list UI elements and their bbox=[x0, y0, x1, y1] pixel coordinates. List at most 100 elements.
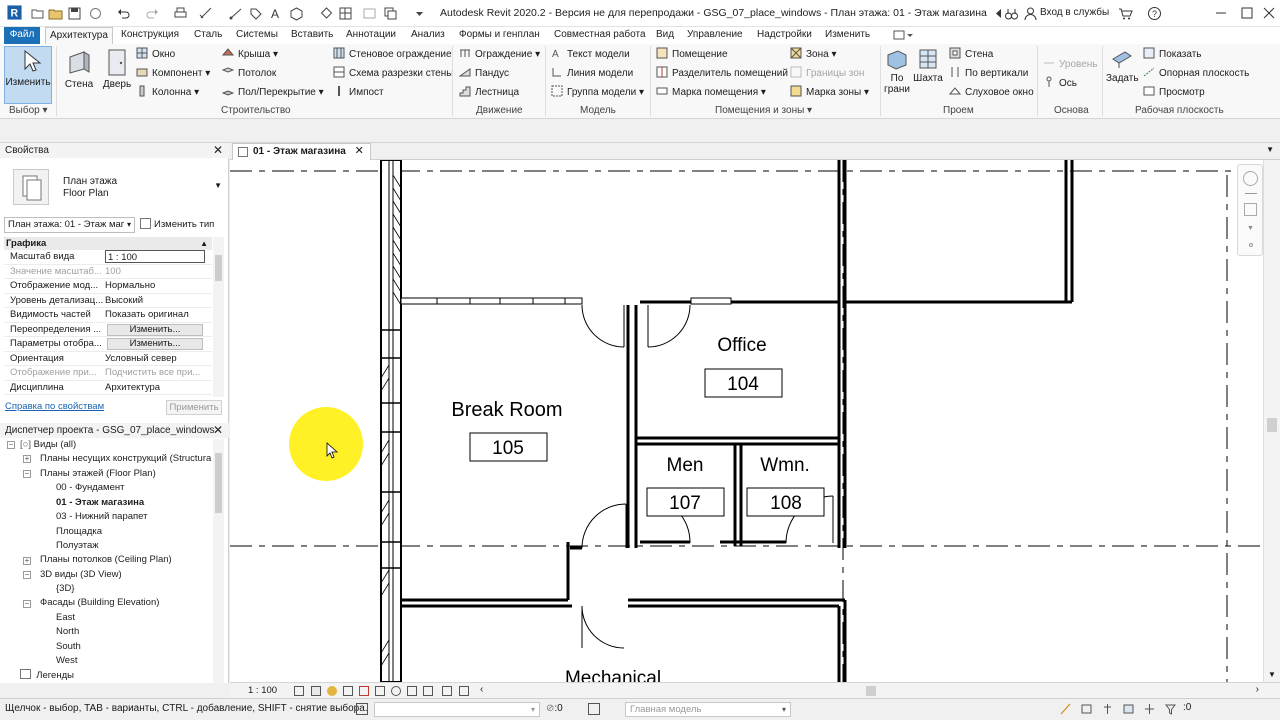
scroll-down-icon[interactable]: ▼ bbox=[1268, 670, 1276, 679]
select-links-icon[interactable] bbox=[1060, 703, 1071, 715]
room-number-105[interactable]: 105 bbox=[492, 438, 524, 459]
type-selector[interactable]: План этажа Floor Plan ▼ bbox=[5, 159, 224, 213]
floor-plan-drawing[interactable]: Break Room 105 Office 104 Men 107 Wmn. 1… bbox=[230, 160, 1263, 682]
scroll-thumb[interactable] bbox=[215, 453, 222, 513]
reference-plane-command[interactable]: Опорная плоскость bbox=[1143, 66, 1249, 82]
tab-modify[interactable]: Изменить bbox=[821, 27, 874, 44]
group-select-label[interactable]: Выбор ▾ bbox=[9, 105, 48, 116]
hscroll-thumb[interactable] bbox=[866, 686, 876, 696]
steering-wheel-icon[interactable] bbox=[1243, 171, 1258, 186]
room-name-men[interactable]: Men bbox=[667, 455, 704, 476]
detail-level-icon[interactable] bbox=[294, 686, 304, 696]
tab-addins[interactable]: Надстройки bbox=[753, 27, 816, 44]
open-icon[interactable] bbox=[30, 6, 45, 21]
tree-item-floor-00[interactable]: 00 - Фундамент bbox=[56, 481, 124, 495]
tree-item-site[interactable]: Площадка bbox=[56, 525, 102, 539]
apply-button[interactable]: Применить bbox=[166, 400, 222, 415]
grid-command[interactable]: Ось bbox=[1043, 76, 1077, 92]
canvas-vertical-scrollbar[interactable]: ▼ bbox=[1263, 160, 1280, 682]
temp-hide-icon[interactable] bbox=[407, 686, 417, 696]
tab-steel[interactable]: Сталь bbox=[190, 27, 226, 44]
tree-item-west[interactable]: West bbox=[56, 654, 77, 668]
curtain-system-command[interactable]: Стеновое ограждение bbox=[333, 47, 452, 63]
redo-icon[interactable] bbox=[145, 6, 160, 21]
model-line-command[interactable]: Линия модели bbox=[551, 66, 633, 82]
collapse-icon[interactable]: − bbox=[23, 600, 31, 608]
nav-options-icon[interactable] bbox=[1249, 243, 1253, 247]
worksharing-icon[interactable] bbox=[442, 686, 452, 696]
thin-lines-icon[interactable] bbox=[338, 6, 353, 21]
tab-annotate[interactable]: Аннотации bbox=[342, 27, 400, 44]
level-command[interactable]: Уровень bbox=[1043, 57, 1098, 73]
view-tab-floor-01[interactable]: 01 - Этаж магазина ✕ bbox=[232, 143, 371, 160]
area-command[interactable]: Зона ▾ bbox=[790, 47, 837, 63]
properties-help-link[interactable]: Справка по свойствам bbox=[5, 401, 104, 412]
switch-windows-icon[interactable] bbox=[383, 6, 398, 21]
room-name-mechanical[interactable]: Mechanical bbox=[565, 668, 661, 682]
tab-manage[interactable]: Управление bbox=[683, 27, 747, 44]
print-icon[interactable] bbox=[173, 6, 188, 21]
maximize-button[interactable] bbox=[1237, 4, 1257, 22]
reveal-hidden-icon[interactable] bbox=[423, 686, 433, 696]
workset-select[interactable]: ▾ bbox=[374, 702, 540, 717]
text-icon[interactable]: A bbox=[268, 6, 283, 21]
selection-filter-count[interactable]: :0 bbox=[1183, 702, 1191, 713]
tabs-dropdown-icon[interactable]: ▼ bbox=[1266, 145, 1274, 154]
worksets-icon[interactable] bbox=[356, 703, 368, 715]
prop-row-discipline[interactable]: Дисциплина Архитектура bbox=[4, 381, 212, 395]
select-underlay-icon[interactable] bbox=[1081, 703, 1092, 715]
sun-path-icon[interactable] bbox=[327, 686, 337, 696]
tab-architecture[interactable]: Архитектура bbox=[45, 27, 113, 44]
ramp-command[interactable]: Пандус bbox=[459, 66, 509, 82]
model-group-command[interactable]: Группа модели ▾ bbox=[551, 85, 644, 101]
by-face-button[interactable]: По грани bbox=[884, 47, 910, 95]
group-rooms-label[interactable]: Помещения и зоны ▾ bbox=[715, 105, 812, 116]
prop-row-orientation[interactable]: Ориентация Условный север bbox=[4, 352, 212, 366]
collapse-icon[interactable]: − bbox=[23, 571, 31, 579]
drag-elements-icon[interactable] bbox=[1144, 703, 1155, 715]
tree-item-east[interactable]: East bbox=[56, 611, 75, 625]
tree-item-floor-01-active[interactable]: 01 - Этаж магазина bbox=[56, 496, 144, 510]
tag-icon[interactable] bbox=[248, 6, 263, 21]
room-name-break-room[interactable]: Break Room bbox=[451, 399, 562, 421]
design-option-select[interactable]: Главная модель ▾ bbox=[625, 702, 791, 717]
binoculars-icon[interactable] bbox=[1004, 6, 1019, 21]
signin-menu[interactable]: Вход в службы bbox=[1040, 7, 1109, 18]
roof-command[interactable]: Крыша ▾ bbox=[222, 47, 278, 63]
room-name-women[interactable]: Wmn. bbox=[760, 455, 810, 476]
scroll-thumb[interactable] bbox=[1267, 418, 1277, 432]
area-boundary-command[interactable]: Границы зон bbox=[790, 66, 864, 82]
measure-icon[interactable] bbox=[199, 6, 214, 21]
drawing-canvas[interactable]: Break Room 105 Office 104 Men 107 Wmn. 1… bbox=[230, 160, 1263, 682]
edit-type-button[interactable]: Изменить тип bbox=[140, 217, 224, 233]
prop-row-detail-level[interactable]: Уровень детализац... Высокий bbox=[4, 294, 212, 308]
properties-scrollbar[interactable] bbox=[213, 237, 224, 397]
select-by-face-icon[interactable] bbox=[1123, 703, 1134, 715]
stair-command[interactable]: Лестница bbox=[459, 85, 519, 101]
tree-item-views-all[interactable]: [○] Виды (all) bbox=[20, 438, 76, 452]
model-text-command[interactable]: A Текст модели bbox=[551, 47, 630, 63]
tab-insert[interactable]: Вставить bbox=[287, 27, 337, 44]
zoom-dropdown-icon[interactable]: ▼ bbox=[1247, 225, 1254, 232]
user-icon[interactable] bbox=[1023, 6, 1038, 21]
curtain-grid-command[interactable]: Схема разрезки стены bbox=[333, 66, 453, 82]
design-options-panel-icon[interactable] bbox=[588, 703, 600, 715]
tab-view[interactable]: Вид bbox=[652, 27, 678, 44]
undo-icon[interactable] bbox=[116, 6, 131, 21]
graphics-section-header[interactable]: Графика ▲ bbox=[4, 237, 212, 250]
scroll-left-icon[interactable]: ‹ bbox=[480, 684, 483, 695]
scroll-thumb[interactable] bbox=[215, 255, 222, 281]
column-command[interactable]: Колонна ▾ bbox=[136, 85, 199, 101]
collapse-icon[interactable]: − bbox=[23, 470, 31, 478]
save-icon[interactable] bbox=[67, 6, 82, 21]
section-icon[interactable] bbox=[319, 6, 334, 21]
tree-item-legends[interactable]: Легенды bbox=[20, 669, 74, 683]
type-dropdown-icon[interactable]: ▼ bbox=[214, 181, 222, 190]
folder-icon[interactable] bbox=[48, 6, 63, 21]
close-properties-icon[interactable]: ✕ bbox=[213, 143, 223, 157]
room-number-108[interactable]: 108 bbox=[770, 493, 802, 514]
expand-icon[interactable]: + bbox=[23, 455, 31, 463]
door-button[interactable]: Дверь bbox=[100, 47, 134, 90]
tree-item-3d[interactable]: {3D} bbox=[56, 582, 75, 596]
lock-view-icon[interactable] bbox=[391, 686, 401, 696]
